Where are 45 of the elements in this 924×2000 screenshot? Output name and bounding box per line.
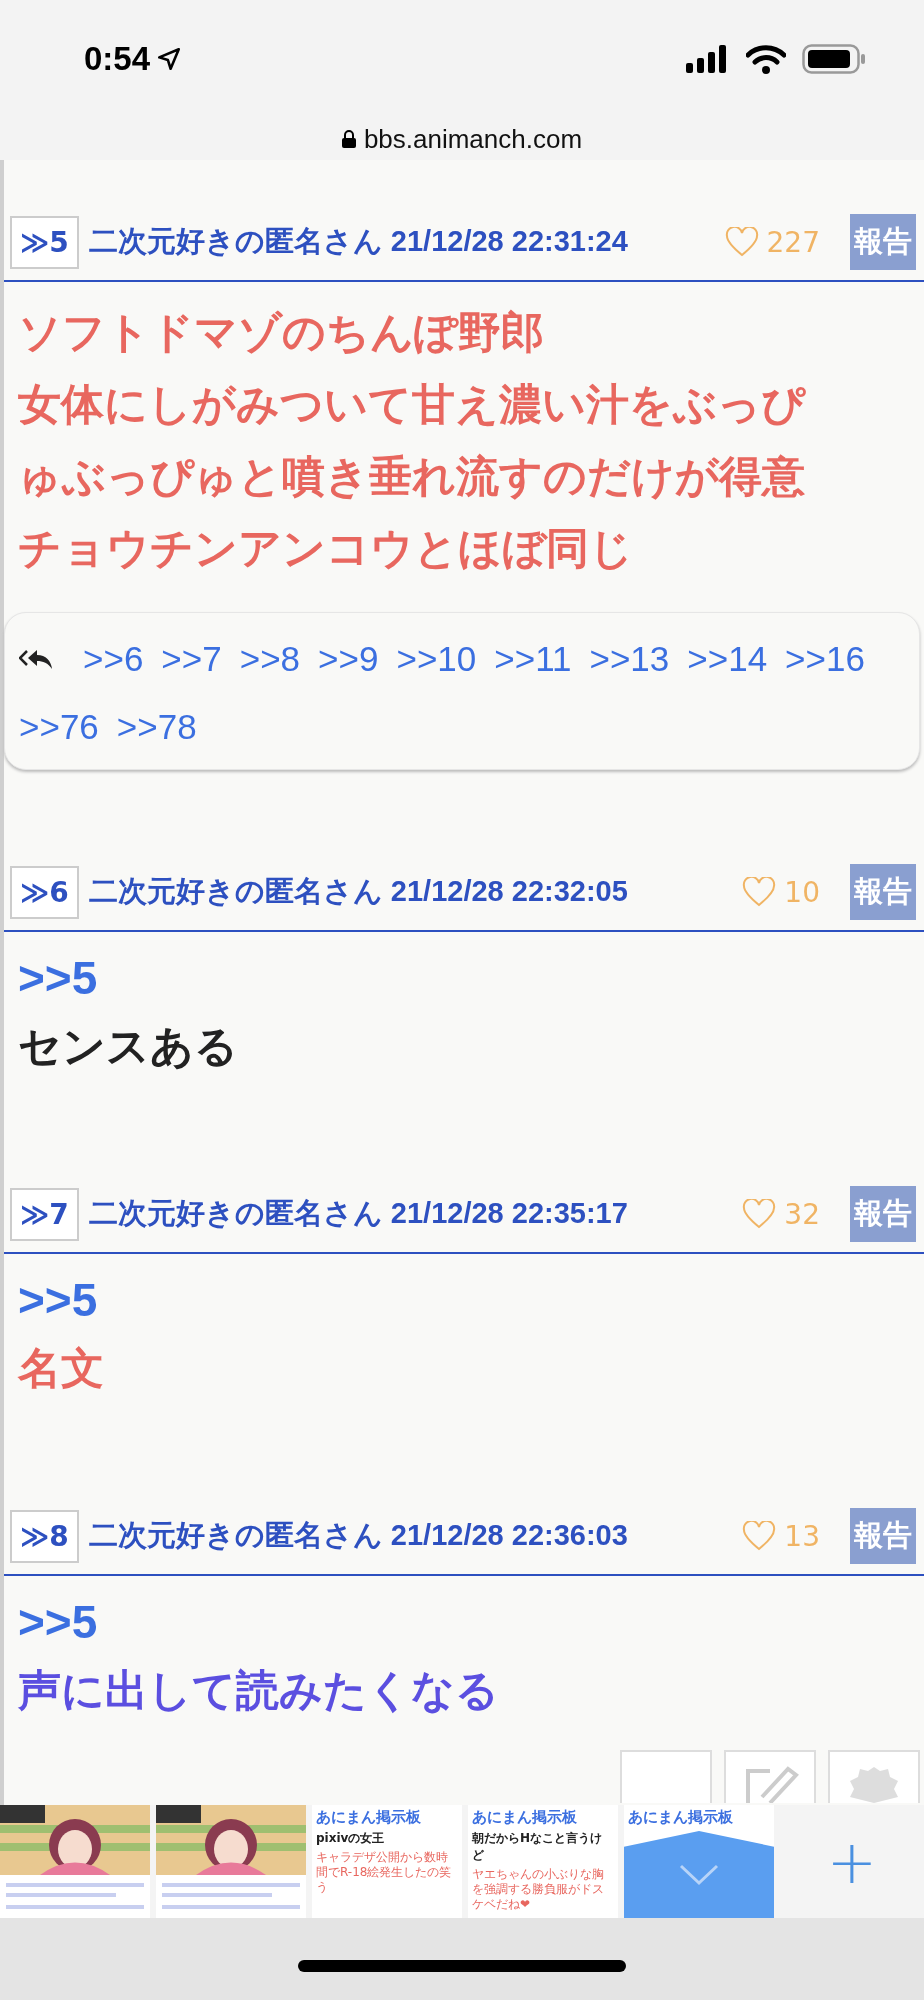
post-text: チョウチンアンコウとほぼ同じ	[18, 522, 634, 575]
reply-link[interactable]: >>10	[396, 629, 477, 689]
reply-link[interactable]: >>16	[785, 629, 865, 689]
reply-link[interactable]: >>78	[116, 697, 197, 757]
quote-link[interactable]: >>5	[18, 946, 912, 1010]
reply-link[interactable]: >>7	[161, 629, 222, 689]
like-count: 10	[784, 875, 820, 909]
url-text[interactable]: bbs.animanch.com	[363, 123, 583, 155]
post-text: ヤエちゃんの小ぶりな胸を強調する勝負服がドスケベだね❤	[472, 1867, 605, 1912]
post-number-link[interactable]: ≫7	[10, 1187, 79, 1241]
site-title: あにまん掲示板	[628, 1808, 734, 1827]
report-button[interactable]: 報告	[850, 214, 916, 270]
reply-link[interactable]: >>6	[83, 629, 144, 689]
reply-link[interactable]: >>8	[239, 629, 301, 689]
site-title: あにまん掲示板	[472, 1808, 578, 1827]
post-text: キャラデザ公開から数時間でR-18絵発生したの笑う	[316, 1850, 453, 1895]
report-button[interactable]: 報告	[850, 1508, 916, 1564]
post-author-date: 二次元好きの匿名さん 21/12/28 22:31:24	[88, 224, 628, 259]
reply-link[interactable]: >>11	[494, 629, 572, 689]
reply-link[interactable]: >>14	[687, 629, 768, 689]
report-button[interactable]: 報告	[850, 1186, 916, 1242]
post-author-date: 二次元好きの匿名さん 21/12/28 22:35:17	[88, 1196, 628, 1231]
reply-link[interactable]: >>13	[589, 629, 670, 689]
quote-link[interactable]: >>5	[18, 1590, 912, 1654]
site-title: あにまん掲示板	[316, 1808, 422, 1827]
like-count: 227	[766, 225, 820, 259]
thread-title: pixivの女王	[316, 1830, 386, 1847]
post-number-link[interactable]: ≫8	[10, 1509, 79, 1563]
post-number-link[interactable]: ≫5	[10, 215, 79, 269]
post-author-date: 二次元好きの匿名さん 21/12/28 22:36:03	[88, 1518, 628, 1553]
thread-title: 朝だからHなこと言うけど	[472, 1830, 604, 1864]
report-button[interactable]: 報告	[850, 864, 916, 920]
post-text: 声に出して読みたくなる	[18, 1664, 500, 1717]
reply-link[interactable]: >>76	[19, 697, 99, 757]
post-text: 女体にしがみついて甘え濃い汁をぶっぴゅぶっぴゅと噴き垂れ流すのだけが得意	[18, 378, 807, 503]
quote-link[interactable]: >>5	[18, 1268, 912, 1332]
post-number-link[interactable]: ≫6	[10, 865, 79, 919]
post-text: 名文	[18, 1342, 105, 1395]
clock-time: 0:54	[84, 40, 151, 78]
post-text: ソフトドマゾのちんぽ野郎	[18, 306, 545, 359]
reply-link[interactable]: >>9	[318, 629, 379, 689]
like-count: 13	[784, 1519, 820, 1553]
like-count: 32	[784, 1197, 820, 1231]
post-author-date: 二次元好きの匿名さん 21/12/28 22:32:05	[88, 874, 628, 909]
post-text: センスある	[18, 1020, 239, 1073]
